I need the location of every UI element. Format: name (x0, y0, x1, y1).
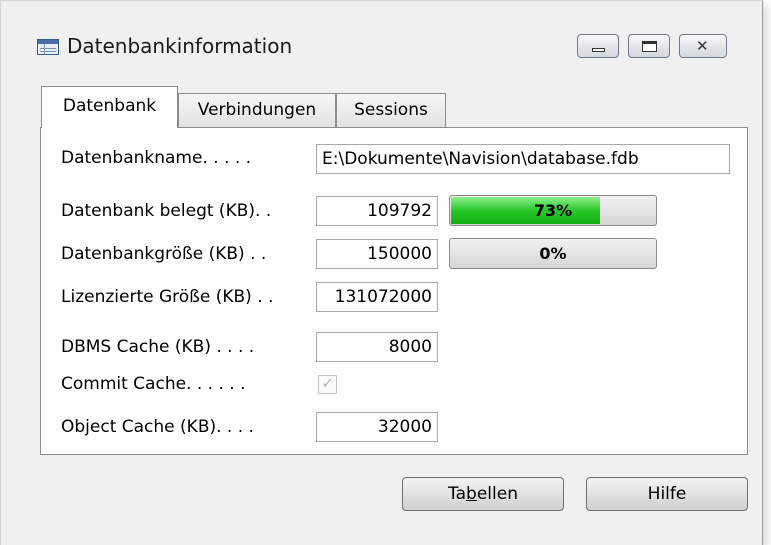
title-bar[interactable]: Datenbankinformation ✕ (1, 1, 763, 81)
close-button[interactable]: ✕ (679, 34, 727, 58)
dbms-cache-label: DBMS Cache (KB) . . . . (61, 337, 255, 357)
commit-cache-checkbox[interactable]: ✓ (318, 375, 337, 394)
database-name-field[interactable]: E:\Dokumente\Navision\database.fdb (316, 144, 730, 174)
database-name-label: Datenbankname. . . . . (61, 148, 252, 168)
minimize-button[interactable] (577, 34, 619, 58)
db-size-label: Datenbankgröße (KB) . . (61, 244, 267, 264)
tables-button-label-a: Ta (448, 484, 467, 504)
tab-datenbank[interactable]: Datenbank (41, 86, 178, 128)
minimize-icon (592, 48, 605, 52)
db-used-progress-bar: 73% (449, 195, 657, 226)
db-used-field[interactable]: 109792 (316, 196, 438, 226)
db-size-field[interactable]: 150000 (316, 239, 438, 269)
tab-verbindungen[interactable]: Verbindungen (178, 93, 336, 127)
db-used-label: Datenbank belegt (KB). . (61, 201, 272, 221)
db-used-progress-text: 73% (533, 201, 573, 220)
licensed-size-label: Lizenzierte Größe (KB) . . (61, 287, 274, 307)
dbms-cache-field[interactable]: 8000 (316, 332, 438, 362)
object-cache-field[interactable]: 32000 (316, 412, 438, 442)
tables-button[interactable]: Tabellen (402, 477, 564, 511)
help-button[interactable]: Hilfe (586, 477, 748, 511)
maximize-icon (642, 41, 657, 52)
tables-button-mnemonic: b (466, 484, 477, 504)
db-size-progress-bar: 0% (449, 238, 657, 269)
window-title: Datenbankinformation (67, 34, 293, 58)
commit-cache-label: Commit Cache. . . . . . (61, 374, 246, 394)
object-cache-label: Object Cache (KB). . . . (61, 417, 254, 437)
maximize-button[interactable] (628, 34, 670, 58)
close-icon: ✕ (696, 37, 709, 55)
table-grid-icon (37, 39, 59, 55)
tables-button-label-b: ellen (476, 484, 518, 504)
licensed-size-field[interactable]: 131072000 (316, 282, 438, 312)
tab-sessions[interactable]: Sessions (336, 93, 446, 127)
db-size-progress-text: 0% (539, 244, 567, 263)
